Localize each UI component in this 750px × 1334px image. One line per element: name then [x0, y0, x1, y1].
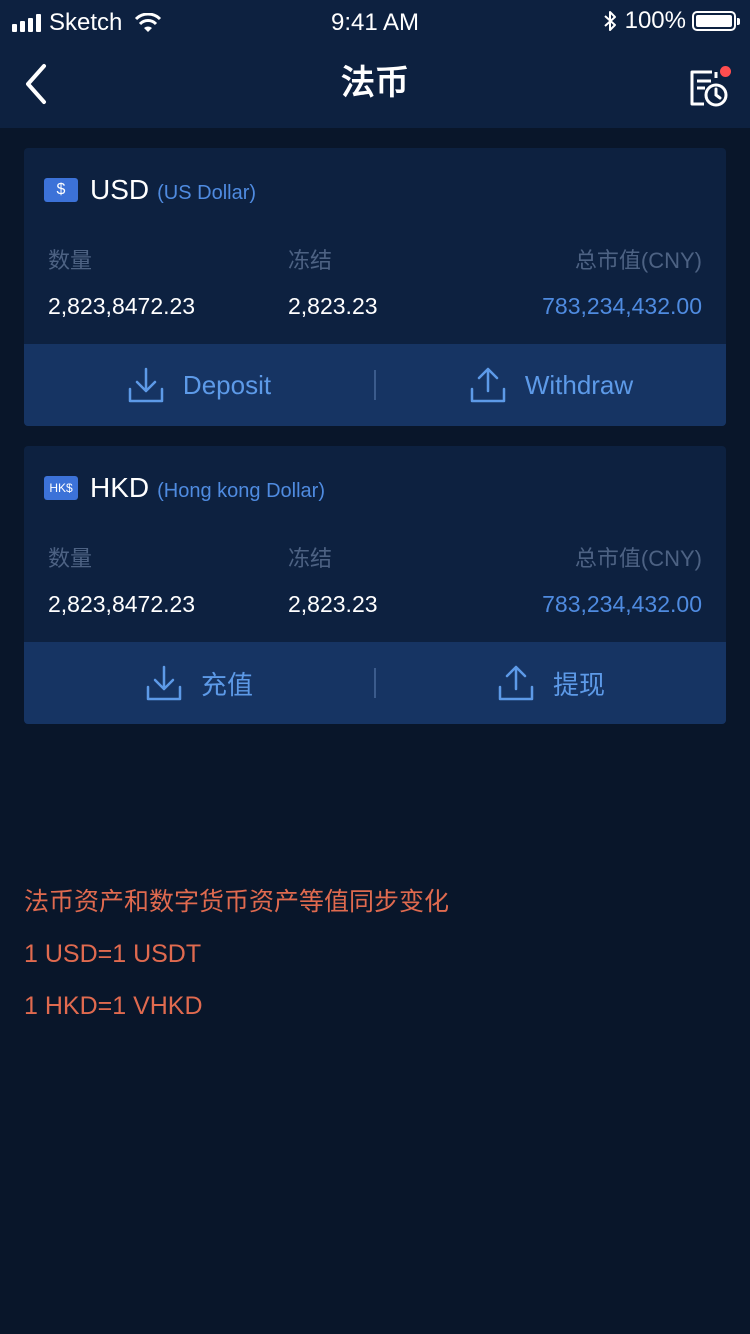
bluetooth-icon [603, 11, 616, 31]
action-bar: Deposit Withdraw [24, 344, 726, 426]
deposit-label: 充值 [200, 669, 253, 700]
currency-code: HKD [90, 472, 150, 503]
battery-icon [692, 11, 740, 31]
card-header: $ USD (US Dollar) [44, 174, 256, 206]
withdraw-label: Withdraw [524, 369, 634, 400]
deposit-label: Deposit [182, 369, 272, 400]
quantity-label: 数量 [48, 546, 93, 571]
card-header: HK$ HKD (Hong kong Dollar) [44, 472, 325, 504]
app-header: Sketch 9:41 AM 100% 法币 [0, 0, 750, 128]
download-icon [128, 367, 164, 403]
quantity-label: 数量 [48, 248, 93, 273]
exchange-notes: 法币资产和数字货币资产等值同步变化 1 USD=1 USDT 1 HKD=1 V… [24, 876, 449, 1032]
currency-card-hkd: HK$ HKD (Hong kong Dollar) 数量 冻结 总市值(CNY… [24, 446, 726, 724]
action-bar: 充值 提现 [24, 642, 726, 724]
notification-dot [720, 66, 731, 77]
download-icon [146, 665, 182, 701]
note-line: 1 USD=1 USDT [24, 940, 202, 968]
upload-icon [470, 367, 506, 403]
currency-name: (Hong kong Dollar) [157, 480, 325, 502]
total-value: 783,234,432.00 [542, 293, 702, 319]
frozen-label: 冻结 [288, 248, 333, 273]
quantity-value: 2,823,8472.23 [48, 591, 196, 617]
history-button[interactable] [686, 64, 732, 110]
total-value-label: 总市值(CNY) [574, 546, 702, 571]
status-right: 100% [603, 7, 740, 34]
note-line: 1 HKD=1 VHKD [24, 992, 203, 1020]
frozen-value: 2,823.23 [288, 293, 378, 319]
deposit-button[interactable]: 充值 [24, 642, 374, 724]
quantity-value: 2,823,8472.23 [48, 293, 196, 319]
currency-code: USD [90, 174, 150, 205]
upload-icon [498, 665, 534, 701]
total-value-label: 总市值(CNY) [574, 248, 702, 273]
hkd-badge-icon: HK$ [44, 476, 78, 500]
currency-name: (US Dollar) [157, 182, 257, 204]
frozen-label: 冻结 [288, 546, 333, 571]
withdraw-label: 提现 [552, 669, 605, 700]
battery-percent: 100% [624, 7, 686, 34]
deposit-button[interactable]: Deposit [24, 344, 374, 426]
page-title: 法币 [341, 64, 409, 102]
withdraw-button[interactable]: 提现 [376, 642, 726, 724]
status-bar: Sketch 9:41 AM 100% [0, 0, 750, 44]
note-line: 法币资产和数字货币资产等值同步变化 [24, 888, 450, 916]
withdraw-button[interactable]: Withdraw [376, 344, 726, 426]
dollar-badge-icon: $ [44, 178, 78, 202]
frozen-value: 2,823.23 [288, 591, 378, 617]
total-value: 783,234,432.00 [542, 591, 702, 617]
currency-card-usd: $ USD (US Dollar) 数量 冻结 总市值(CNY) 2,823,8… [24, 148, 726, 426]
